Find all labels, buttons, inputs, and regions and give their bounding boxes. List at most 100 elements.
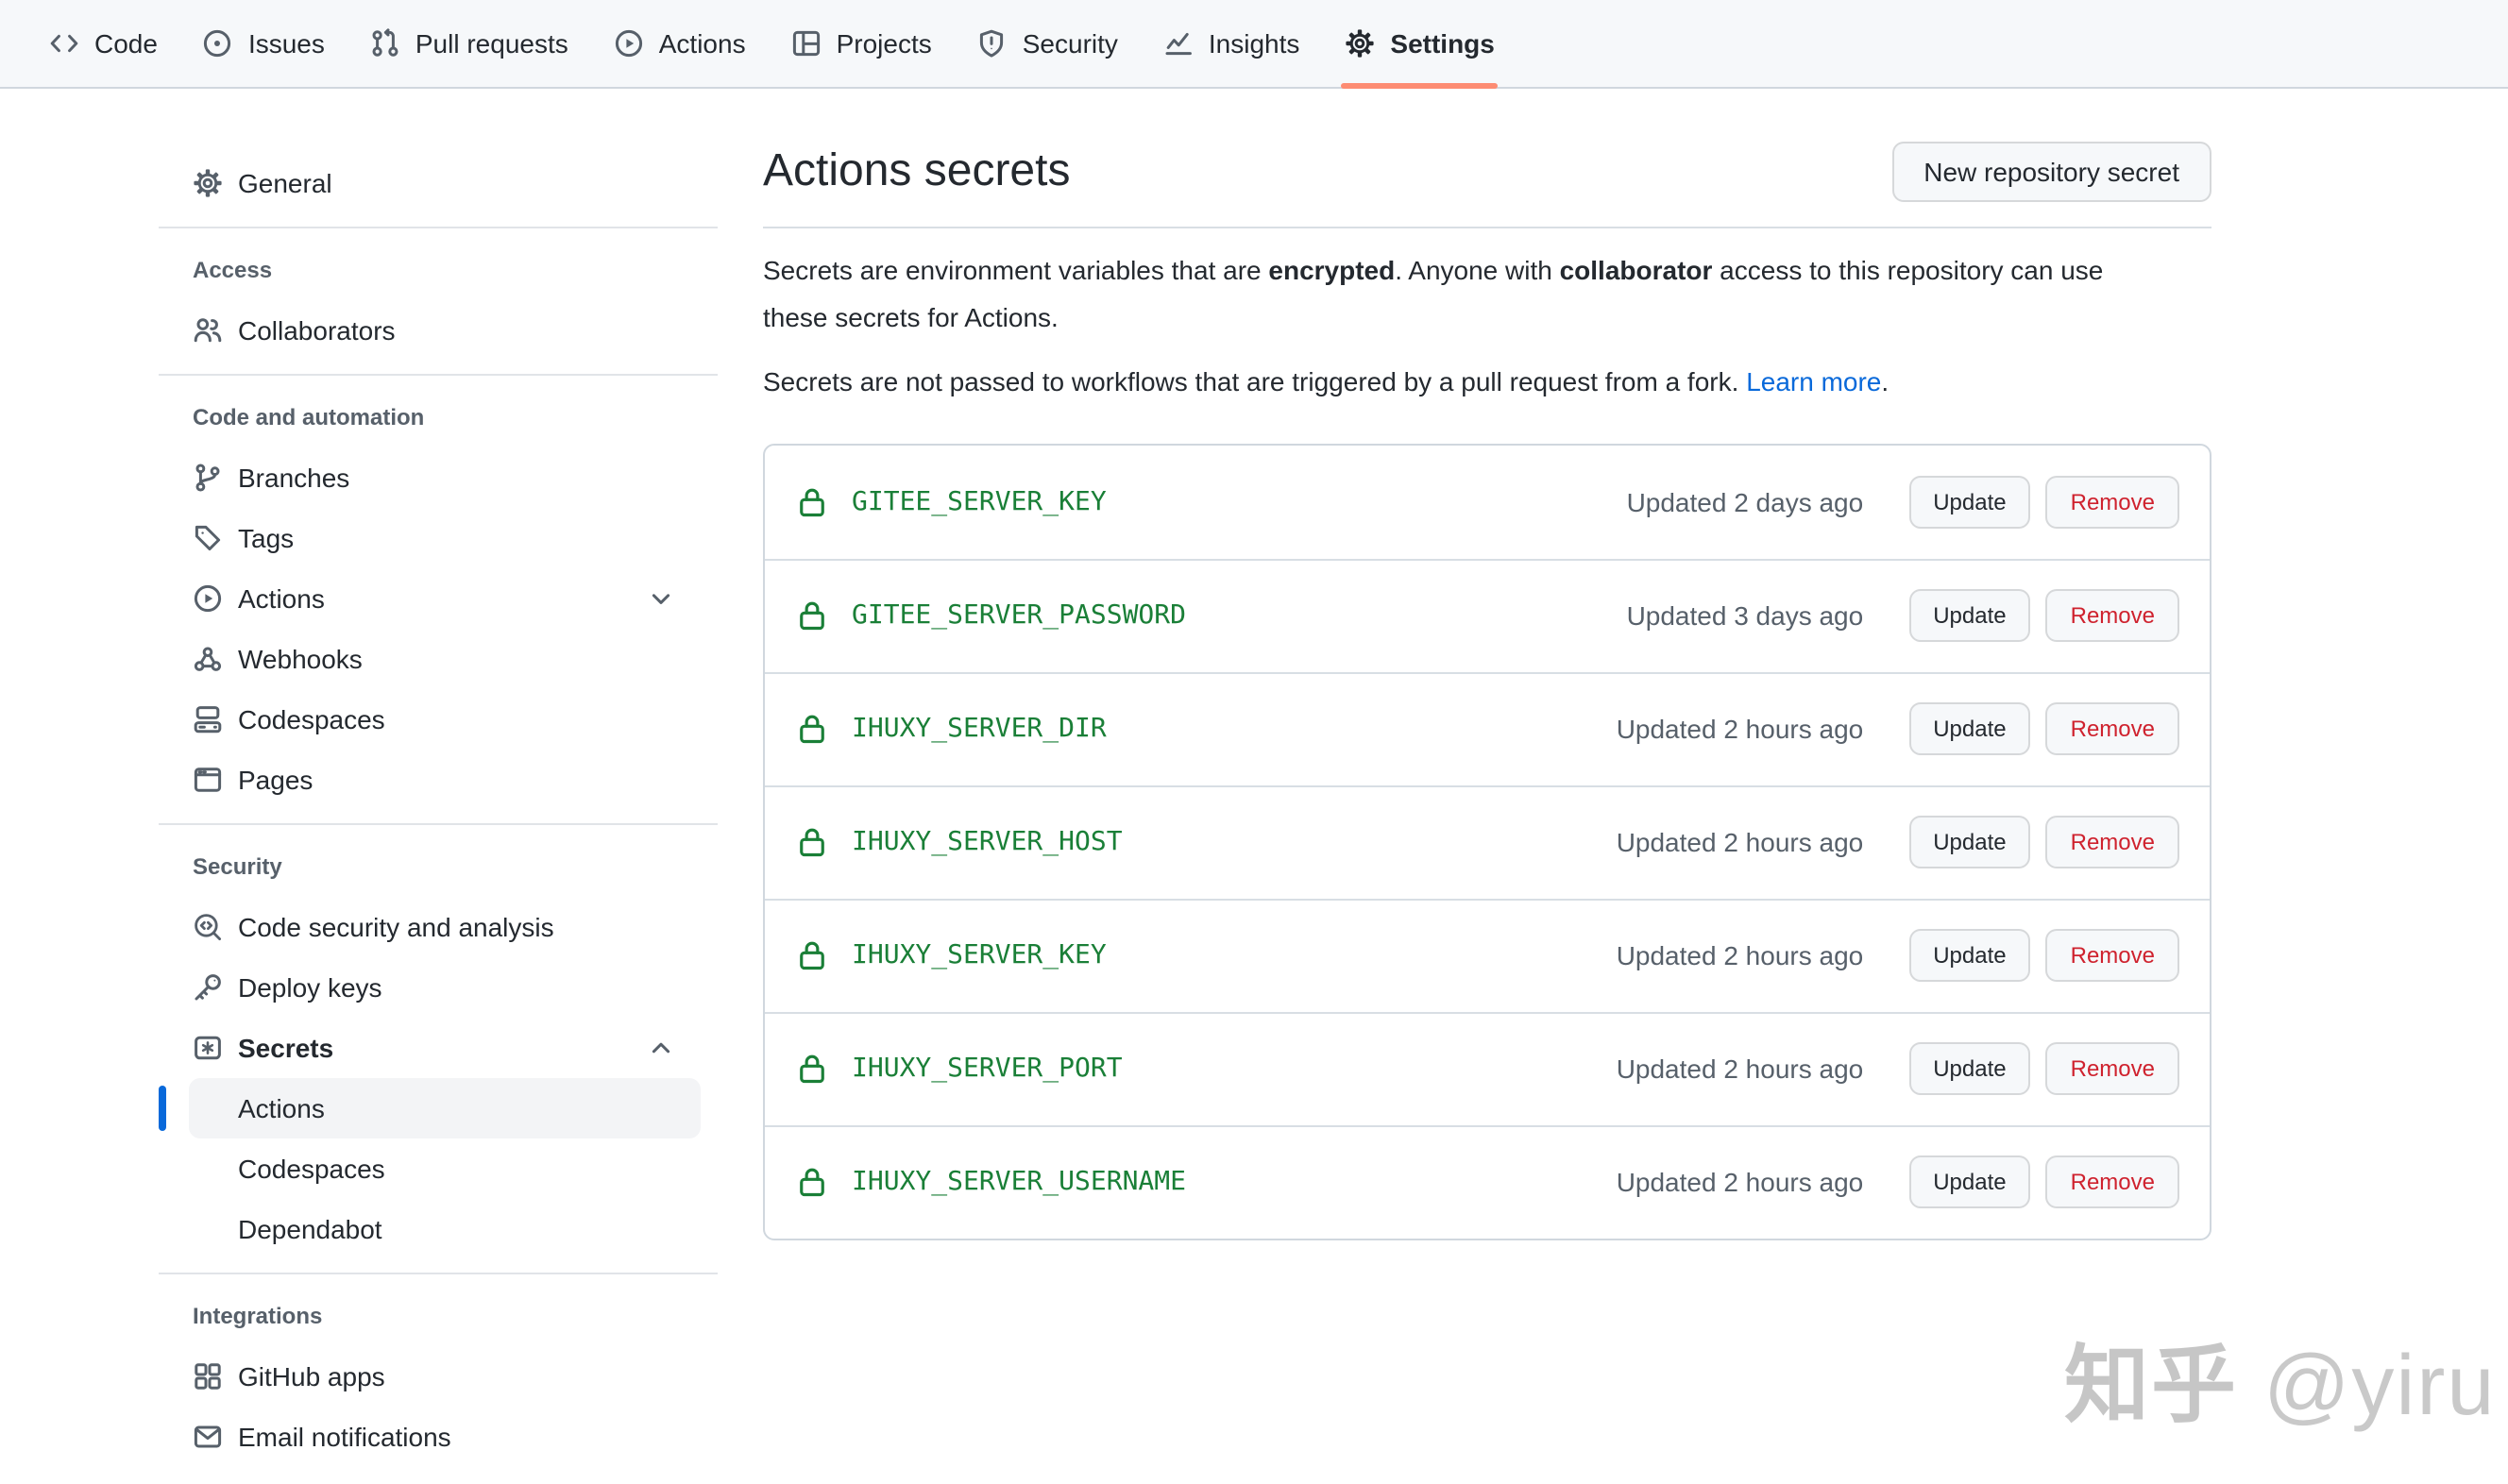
secret-row: IHUXY_SERVER_PORT Updated 2 hours ago Up… — [765, 1011, 2210, 1124]
tab-code[interactable]: Code — [34, 0, 173, 87]
secret-updated: Updated 2 days ago — [1627, 486, 1864, 516]
sidebar-item-label: Actions — [238, 1093, 325, 1123]
remove-button[interactable]: Remove — [2046, 1155, 2179, 1208]
tab-settings[interactable]: Settings — [1330, 0, 1509, 87]
sidebar-item-actions[interactable]: Actions — [159, 568, 718, 629]
panel-header: Actions secrets New repository secret — [763, 142, 2211, 202]
watermark-brand: 知乎 — [2064, 1337, 2238, 1433]
codespaces-icon — [193, 704, 223, 734]
page-title: Actions secrets — [763, 142, 1070, 202]
header-divider — [763, 227, 2211, 228]
lock-icon — [795, 712, 829, 746]
chevron-up-icon — [646, 1033, 676, 1063]
sidebar-item-collaborators[interactable]: Collaborators — [159, 300, 718, 361]
secrets-list: GITEE_SERVER_KEY Updated 2 days ago Upda… — [763, 443, 2211, 1239]
update-button[interactable]: Update — [1908, 1155, 2030, 1208]
sidebar-item-tags[interactable]: Tags — [159, 508, 718, 568]
sidebar-item-github-apps[interactable]: GitHub apps — [159, 1346, 718, 1407]
sidebar-item-secrets[interactable]: Secrets — [159, 1018, 718, 1078]
secret-row: IHUXY_SERVER_HOST Updated 2 hours ago Up… — [765, 784, 2210, 898]
sidebar-section-title-code-automation: Code and automation — [159, 398, 718, 436]
sidebar-item-label: Branches — [238, 463, 349, 493]
tab-actions[interactable]: Actions — [599, 0, 761, 87]
update-button[interactable]: Update — [1908, 1042, 2030, 1095]
watermark: 知乎 @yiru — [2064, 1316, 2496, 1439]
git-branch-icon — [193, 463, 223, 493]
sidebar-item-code-security[interactable]: Code security and analysis — [159, 897, 718, 957]
tab-label: Insights — [1209, 28, 1300, 59]
tab-projects[interactable]: Projects — [776, 0, 947, 87]
sidebar-item-label: GitHub apps — [238, 1361, 385, 1391]
remove-button[interactable]: Remove — [2046, 702, 2179, 755]
secret-updated: Updated 3 days ago — [1627, 600, 1864, 631]
secret-name: IHUXY_SERVER_USERNAME — [852, 1167, 1186, 1197]
tab-insights[interactable]: Insights — [1148, 0, 1315, 87]
fork-note: Secrets are not passed to workflows that… — [763, 359, 2211, 405]
sidebar-subitem-actions-secrets[interactable]: Actions — [189, 1078, 701, 1138]
update-button[interactable]: Update — [1908, 702, 2030, 755]
secrets-description: Secrets are environment variables that a… — [763, 247, 2211, 340]
webhook-icon — [193, 644, 223, 674]
sidebar-divider — [159, 227, 718, 228]
sidebar-item-general[interactable]: General — [159, 153, 718, 213]
sidebar-section-title-access: Access — [159, 251, 718, 289]
sidebar-subitem-dependabot-secrets[interactable]: Dependabot — [189, 1199, 701, 1259]
sidebar-item-label: Tags — [238, 523, 294, 553]
sidebar-item-deploy-keys[interactable]: Deploy keys — [159, 957, 718, 1018]
sidebar-item-label: Codespaces — [238, 704, 385, 734]
remove-button[interactable]: Remove — [2046, 816, 2179, 868]
sidebar-divider — [159, 823, 718, 825]
sidebar-item-label: Secrets — [238, 1033, 333, 1063]
lock-icon — [795, 484, 829, 518]
secret-row: GITEE_SERVER_PASSWORD Updated 3 days ago… — [765, 558, 2210, 671]
sidebar-item-label: General — [238, 168, 332, 198]
sidebar-item-webhooks[interactable]: Webhooks — [159, 629, 718, 689]
secret-row: IHUXY_SERVER_KEY Updated 2 hours ago Upd… — [765, 898, 2210, 1011]
sidebar-subitem-codespaces-secrets[interactable]: Codespaces — [189, 1138, 701, 1199]
new-repository-secret-button[interactable]: New repository secret — [1891, 142, 2211, 202]
secrets-asterisk-icon — [193, 1033, 223, 1063]
update-button[interactable]: Update — [1908, 475, 2030, 528]
sidebar-item-label: Webhooks — [238, 644, 363, 674]
tab-security[interactable]: Security — [962, 0, 1133, 87]
sidebar-item-label: Dependabot — [238, 1214, 382, 1244]
update-button[interactable]: Update — [1908, 589, 2030, 642]
sidebar-item-label: Deploy keys — [238, 972, 382, 1003]
remove-button[interactable]: Remove — [2046, 1042, 2179, 1095]
sidebar-item-branches[interactable]: Branches — [159, 447, 718, 508]
play-circle-icon — [614, 28, 644, 59]
update-button[interactable]: Update — [1908, 816, 2030, 868]
lock-icon — [795, 599, 829, 632]
lock-icon — [795, 1052, 829, 1086]
tab-label: Pull requests — [415, 28, 568, 59]
secret-name: GITEE_SERVER_KEY — [852, 486, 1107, 516]
secret-name: IHUXY_SERVER_KEY — [852, 940, 1107, 970]
sidebar-item-codespaces[interactable]: Codespaces — [159, 689, 718, 750]
remove-button[interactable]: Remove — [2046, 589, 2179, 642]
secret-row: GITEE_SERVER_KEY Updated 2 days ago Upda… — [765, 445, 2210, 558]
gear-icon — [193, 168, 223, 198]
secret-updated: Updated 2 hours ago — [1617, 714, 1864, 744]
tab-label: Code — [94, 28, 158, 59]
tab-pull-requests[interactable]: Pull requests — [355, 0, 584, 87]
sidebar-section-title-integrations: Integrations — [159, 1297, 718, 1335]
sidebar-divider — [159, 374, 718, 376]
sidebar-item-pages[interactable]: Pages — [159, 750, 718, 810]
repo-nav: Code Issues Pull requests Actions Projec… — [0, 0, 2508, 89]
secret-name: GITEE_SERVER_PASSWORD — [852, 600, 1186, 631]
remove-button[interactable]: Remove — [2046, 929, 2179, 982]
issue-opened-icon — [203, 28, 233, 59]
learn-more-link[interactable]: Learn more — [1746, 366, 1881, 396]
remove-button[interactable]: Remove — [2046, 475, 2179, 528]
sidebar-divider — [159, 1273, 718, 1274]
sidebar-item-email-notifications[interactable]: Email notifications — [159, 1407, 718, 1467]
mail-icon — [193, 1422, 223, 1452]
secret-name: IHUXY_SERVER_PORT — [852, 1054, 1123, 1084]
git-pull-request-icon — [370, 28, 400, 59]
lock-icon — [795, 1165, 829, 1199]
secret-updated: Updated 2 hours ago — [1617, 827, 1864, 857]
apps-grid-icon — [193, 1361, 223, 1391]
update-button[interactable]: Update — [1908, 929, 2030, 982]
tab-issues[interactable]: Issues — [188, 0, 340, 87]
settings-sidebar: General Access Collaborators Code and au… — [159, 89, 718, 1467]
